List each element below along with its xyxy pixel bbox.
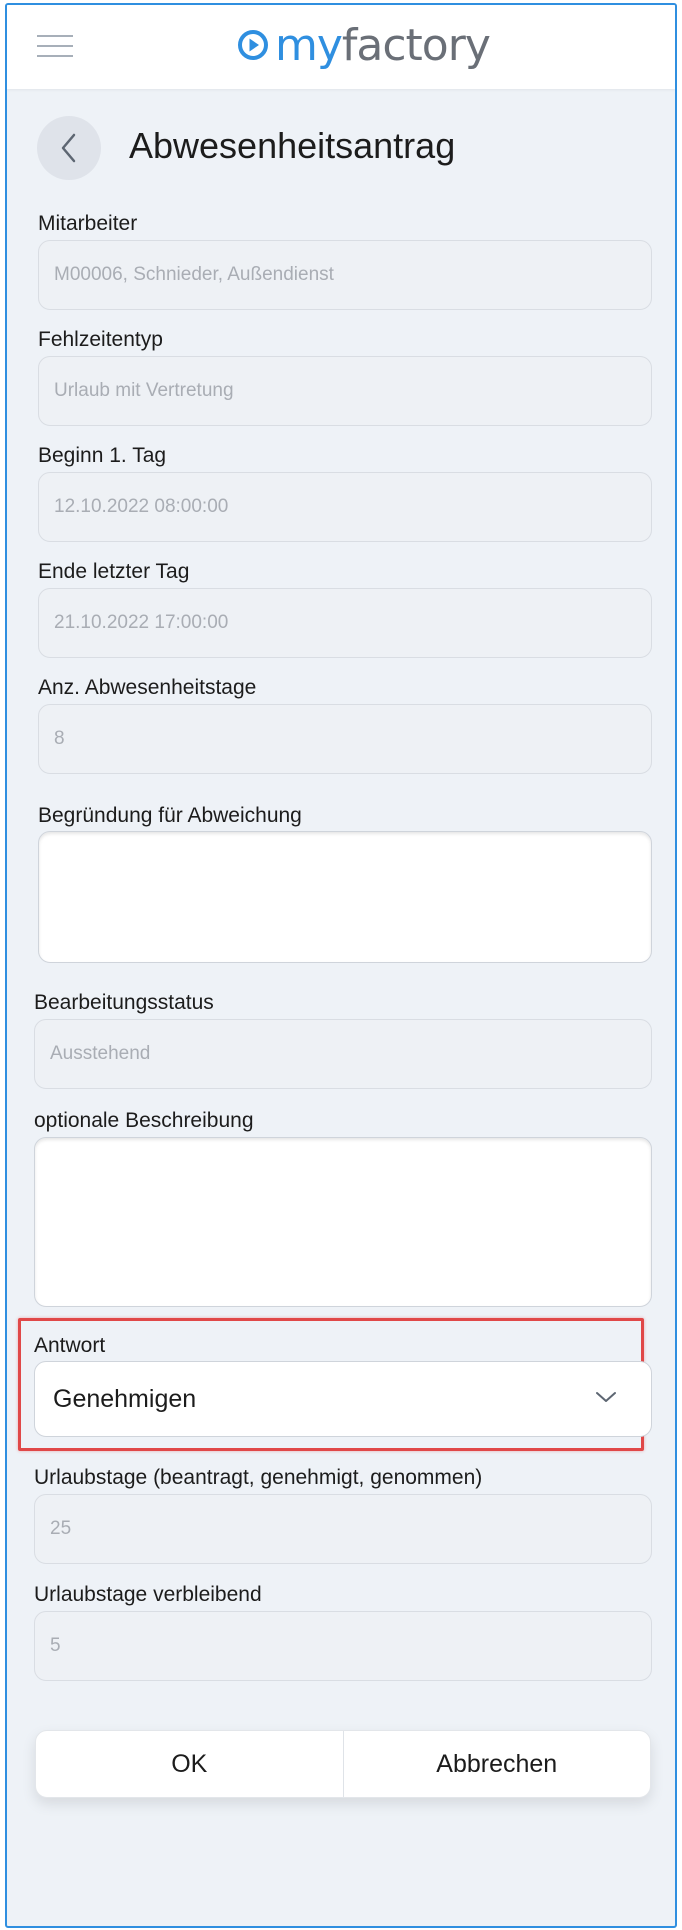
logo-text-factory: factory [341,19,491,71]
textarea-begruendung[interactable] [38,831,652,963]
label-beschreibung: optionale Beschreibung [34,1109,254,1132]
label-urlaubstage: Urlaubstage (beantragt, genehmigt, genom… [34,1466,483,1489]
label-abwesenheitstage: Anz. Abwesenheitstage [38,676,257,699]
field-bearbeitungsstatus[interactable]: Ausstehend [34,1019,652,1089]
label-ende: Ende letzter Tag [38,560,190,583]
field-ende[interactable]: 21.10.2022 17:00:00 [38,588,652,658]
label-bearbeitungsstatus: Bearbeitungsstatus [34,991,214,1014]
field-beginn[interactable]: 12.10.2022 08:00:00 [38,472,652,542]
chevron-down-icon [596,1392,616,1402]
label-mitarbeiter: Mitarbeiter [38,212,138,235]
button-bar: OK Abbrechen [35,1730,651,1798]
select-antwort[interactable]: Genehmigen [34,1361,652,1437]
cancel-button[interactable]: Abbrechen [342,1731,651,1797]
page-title: Abwesenheitsantrag [129,125,456,166]
field-verbleibend[interactable]: 5 [34,1611,652,1681]
select-antwort-value: Genehmigen [53,1384,197,1413]
label-antwort: Antwort [34,1334,106,1357]
logo-text-my: my [275,19,343,71]
field-mitarbeiter[interactable]: M00006, Schnieder, Außendienst [38,240,652,310]
ok-button[interactable]: OK [36,1731,343,1797]
logo: my factory [237,15,491,75]
hamburger-icon[interactable] [37,31,77,59]
label-verbleibend: Urlaubstage verbleibend [34,1583,262,1606]
label-fehlzeitentyp: Fehlzeitentyp [38,328,163,351]
label-begruendung: Begründung für Abweichung [38,804,302,827]
play-circle-icon [238,30,268,60]
field-abwesenheitstage[interactable]: 8 [38,704,652,774]
field-fehlzeitentyp[interactable]: Urlaub mit Vertretung [38,356,652,426]
chevron-left-icon [61,133,76,163]
top-bar: my factory [7,5,675,89]
back-button[interactable] [37,116,101,180]
app-frame: my factory Abwesenheitsantrag Mitarbeiter… [5,3,677,1928]
field-urlaubstage[interactable]: 25 [34,1494,652,1564]
label-beginn: Beginn 1. Tag [38,444,167,467]
textarea-beschreibung[interactable] [34,1137,652,1307]
